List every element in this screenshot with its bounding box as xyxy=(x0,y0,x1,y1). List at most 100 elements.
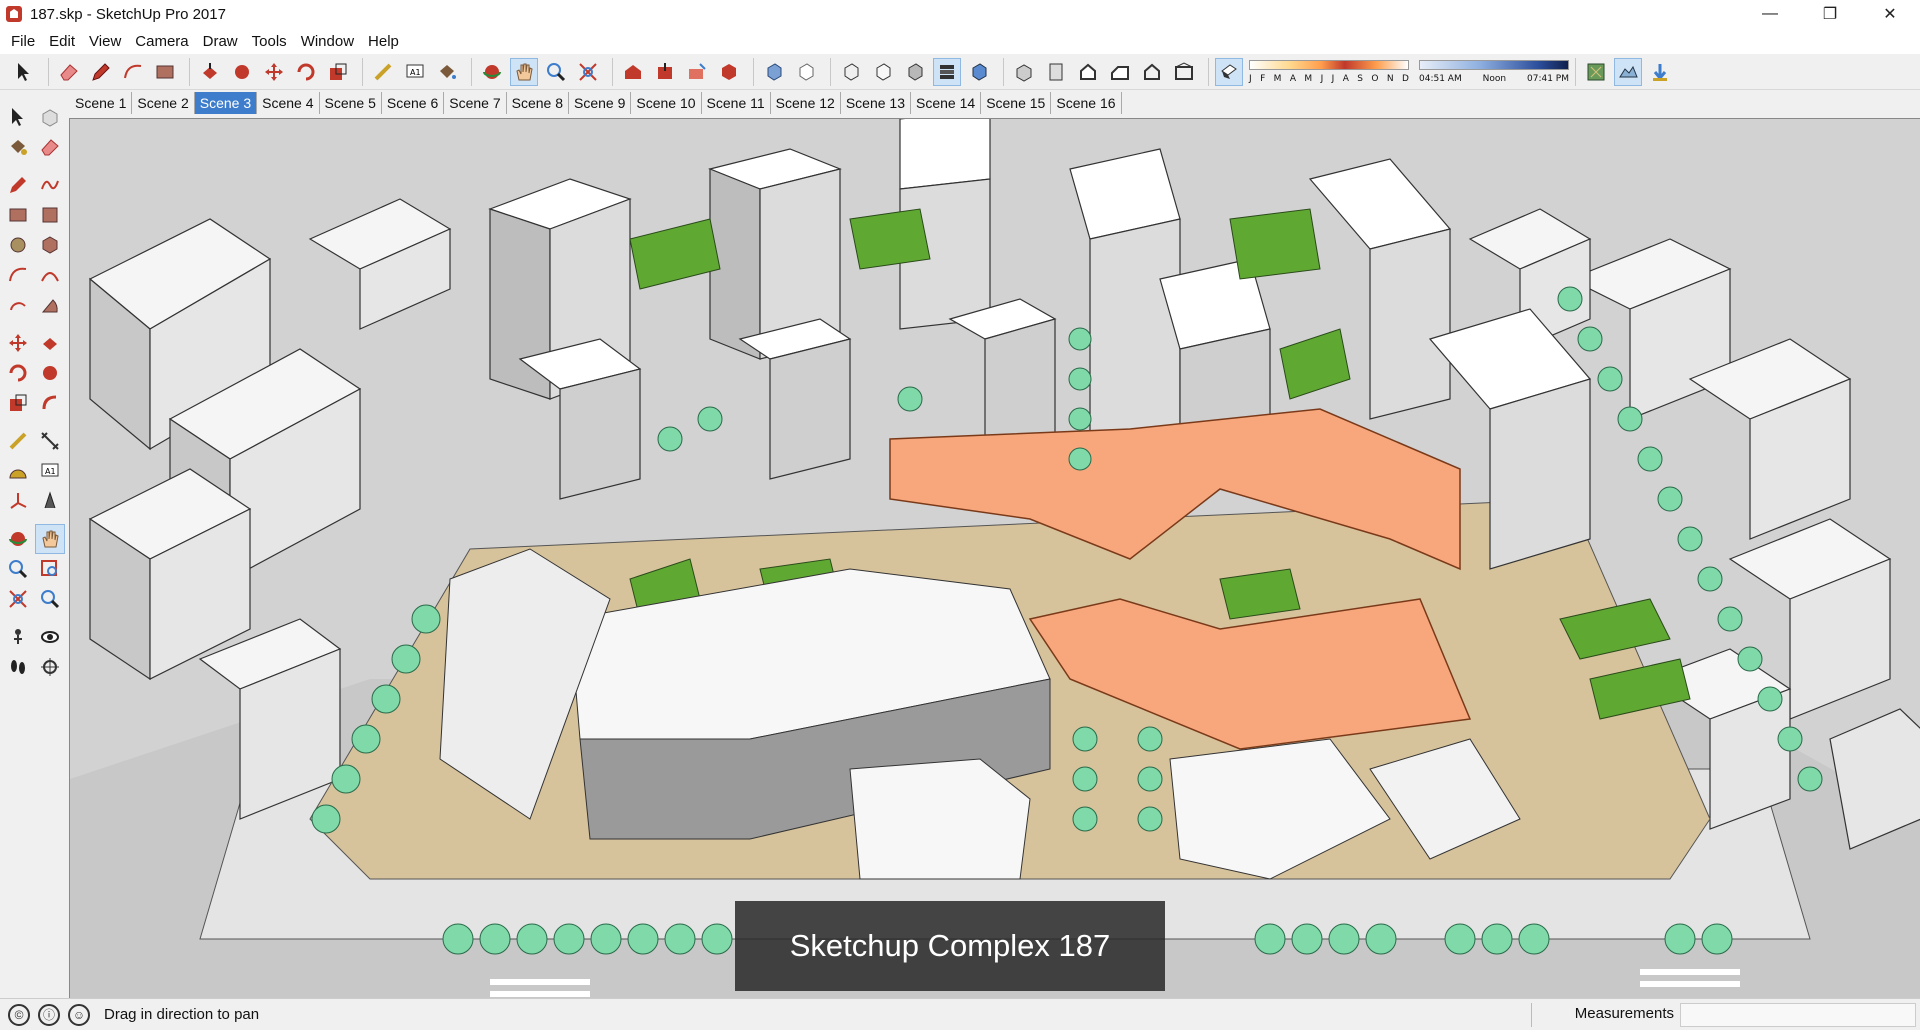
text-tool-icon[interactable]: A1 xyxy=(401,58,429,86)
xray-style-icon[interactable] xyxy=(760,58,788,86)
text-icon[interactable]: A1 xyxy=(35,456,65,486)
arc-icon[interactable] xyxy=(3,260,33,290)
look-around-icon[interactable] xyxy=(35,622,65,652)
credits-icon[interactable]: ⓘ xyxy=(38,1003,60,1026)
pie-icon[interactable] xyxy=(35,290,65,320)
protractor-icon[interactable] xyxy=(3,456,33,486)
pan-tool-icon[interactable] xyxy=(510,57,538,86)
rectangle-icon[interactable] xyxy=(3,200,33,230)
share-model-icon[interactable] xyxy=(651,58,679,86)
add-location-icon[interactable] xyxy=(1582,58,1610,86)
scene-tab[interactable]: Scene 14 xyxy=(911,92,982,114)
menu-file[interactable]: File xyxy=(4,33,42,50)
dimension-icon[interactable] xyxy=(35,426,65,456)
orbit-tool-icon[interactable] xyxy=(478,58,506,86)
tape-measure-tool-icon[interactable] xyxy=(369,58,397,86)
eraser-tool-icon[interactable] xyxy=(55,58,83,86)
menu-window[interactable]: Window xyxy=(294,33,361,50)
back-view-icon[interactable] xyxy=(1138,58,1166,86)
rotated-rectangle-icon[interactable] xyxy=(35,200,65,230)
shaded-textures-style-icon[interactable] xyxy=(933,57,961,86)
user-account-icon[interactable]: ☺ xyxy=(68,1003,90,1026)
zoom-tool-icon[interactable] xyxy=(542,58,570,86)
3d-text-icon[interactable] xyxy=(35,486,65,516)
axes-icon[interactable] xyxy=(3,486,33,516)
walk-icon[interactable] xyxy=(3,652,33,682)
model-viewport[interactable]: Sketchup Complex 187 xyxy=(69,118,1920,998)
photo-textures-icon[interactable] xyxy=(1646,58,1674,86)
section-plane-icon[interactable] xyxy=(35,652,65,682)
scene-tab[interactable]: Scene 6 xyxy=(382,92,445,114)
scene-tab[interactable]: Scene 4 xyxy=(257,92,320,114)
previous-view-icon[interactable] xyxy=(35,584,65,614)
orbit-icon[interactable] xyxy=(3,524,33,554)
scene-tab[interactable]: Scene 5 xyxy=(320,92,382,114)
scene-tab[interactable]: Scene 1 xyxy=(70,92,133,114)
shaded-style-icon[interactable] xyxy=(901,58,929,86)
scale-icon[interactable] xyxy=(3,388,33,418)
scene-tab[interactable]: Scene 16 xyxy=(1051,92,1122,114)
eraser-icon[interactable] xyxy=(35,132,65,162)
menu-camera[interactable]: Camera xyxy=(128,33,195,50)
measurements-input[interactable] xyxy=(1680,1003,1916,1027)
scene-tab[interactable]: Scene 10 xyxy=(631,92,702,114)
shadows-toggle-icon[interactable] xyxy=(1215,57,1243,86)
scene-tab[interactable]: Scene 2 xyxy=(132,92,195,114)
push-pull-icon[interactable] xyxy=(35,328,65,358)
scene-tab[interactable]: Scene 12 xyxy=(771,92,841,114)
follow-me-icon[interactable] xyxy=(35,358,65,388)
shadow-month-slider[interactable]: J F M A M J J A S O N D xyxy=(1249,58,1409,86)
select-tool-icon[interactable] xyxy=(10,58,38,86)
wireframe-style-icon[interactable] xyxy=(837,58,865,86)
position-camera-icon[interactable] xyxy=(3,622,33,652)
restore-button[interactable]: ❐ xyxy=(1800,0,1860,28)
polygon-icon[interactable] xyxy=(35,230,65,260)
two-point-arc-icon[interactable] xyxy=(35,260,65,290)
line-icon[interactable] xyxy=(3,170,33,200)
share-component-icon[interactable] xyxy=(683,58,711,86)
menu-edit[interactable]: Edit xyxy=(42,33,82,50)
scene-tab[interactable]: Scene 13 xyxy=(841,92,912,114)
offset-icon[interactable] xyxy=(35,388,65,418)
back-edges-style-icon[interactable] xyxy=(792,58,820,86)
tape-measure-icon[interactable] xyxy=(3,426,33,456)
scene-tab[interactable]: Scene 15 xyxy=(981,92,1052,114)
menu-help[interactable]: Help xyxy=(361,33,406,50)
scene-tab[interactable]: Scene 9 xyxy=(569,92,632,114)
pan-icon[interactable] xyxy=(35,524,65,554)
monochrome-style-icon[interactable] xyxy=(965,58,993,86)
select-icon[interactable] xyxy=(3,102,33,132)
extension-warehouse-icon[interactable] xyxy=(715,58,743,86)
geo-location-icon[interactable]: © xyxy=(8,1003,30,1026)
move-icon[interactable] xyxy=(3,328,33,358)
make-component-icon[interactable] xyxy=(35,102,65,132)
zoom-window-icon[interactable] xyxy=(35,554,65,584)
minimize-button[interactable]: — xyxy=(1740,0,1800,28)
rotate-icon[interactable] xyxy=(3,358,33,388)
scene-tab[interactable]: Scene 7 xyxy=(444,92,507,114)
shadow-time-slider[interactable]: 04:51 AM Noon 07:41 PM xyxy=(1419,58,1569,86)
close-button[interactable]: ✕ xyxy=(1860,0,1920,28)
pencil-tool-icon[interactable] xyxy=(87,58,115,86)
rectangle-tool-icon[interactable] xyxy=(151,58,179,86)
scene-tab[interactable]: Scene 11 xyxy=(702,92,771,114)
menu-tools[interactable]: Tools xyxy=(245,33,294,50)
iso-view-icon[interactable] xyxy=(1010,58,1038,86)
toggle-terrain-icon[interactable] xyxy=(1614,57,1642,86)
menu-view[interactable]: View xyxy=(82,33,128,50)
paint-bucket-tool-icon[interactable] xyxy=(433,58,461,86)
follow-me-tool-icon[interactable] xyxy=(228,58,256,86)
push-pull-tool-icon[interactable] xyxy=(196,58,224,86)
right-view-icon[interactable] xyxy=(1106,58,1134,86)
rotate-tool-icon[interactable] xyxy=(292,58,320,86)
front-view-icon[interactable] xyxy=(1074,58,1102,86)
menu-draw[interactable]: Draw xyxy=(196,33,245,50)
top-view-icon[interactable] xyxy=(1042,58,1070,86)
zoom-extents-icon[interactable] xyxy=(3,584,33,614)
move-tool-icon[interactable] xyxy=(260,58,288,86)
circle-icon[interactable] xyxy=(3,230,33,260)
zoom-icon[interactable] xyxy=(3,554,33,584)
three-point-arc-icon[interactable] xyxy=(3,290,33,320)
scale-tool-icon[interactable] xyxy=(324,58,352,86)
hidden-line-style-icon[interactable] xyxy=(869,58,897,86)
